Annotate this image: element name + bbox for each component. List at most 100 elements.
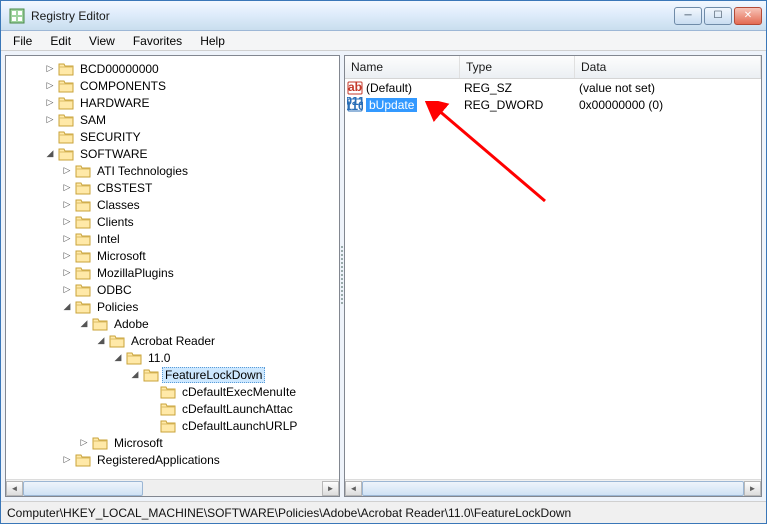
tree-item[interactable]: ▷ Microsoft (8, 434, 337, 451)
tree-label[interactable]: 11.0 (145, 351, 173, 365)
tree-item[interactable]: ▷ CBSTEST (8, 179, 337, 196)
tree-item[interactable]: ▷ RegisteredApplications (8, 451, 337, 468)
tree-label[interactable]: RegisteredApplications (94, 453, 223, 467)
collapse-icon[interactable]: ◢ (76, 316, 92, 332)
close-button[interactable]: ✕ (734, 7, 762, 25)
collapse-icon[interactable]: ◢ (42, 146, 58, 162)
tree-item[interactable]: ▷ BCD00000000 (8, 60, 337, 77)
window-controls: ─ ☐ ✕ (674, 7, 762, 25)
tree-label[interactable]: CBSTEST (94, 181, 155, 195)
scroll-track[interactable] (362, 481, 744, 496)
folder-icon (160, 385, 176, 399)
tree-label[interactable]: cDefaultLaunchURLP (179, 419, 300, 433)
expand-icon[interactable]: ▷ (59, 248, 75, 264)
tree-item[interactable]: cDefaultLaunchURLP (8, 417, 337, 434)
tree-label[interactable]: Adobe (111, 317, 152, 331)
scroll-left-button[interactable]: ◄ (6, 481, 23, 496)
expand-icon[interactable]: ▷ (42, 61, 58, 77)
tree-label[interactable]: ODBC (94, 283, 135, 297)
menu-view[interactable]: View (81, 32, 123, 50)
tree-label[interactable]: ATI Technologies (94, 164, 191, 178)
value-row[interactable]: ab(Default)REG_SZ(value not set) (345, 79, 761, 96)
scroll-track[interactable] (23, 481, 322, 496)
tree-label[interactable]: HARDWARE (77, 96, 153, 110)
column-header-data[interactable]: Data (575, 56, 761, 78)
expand-icon[interactable]: ▷ (59, 214, 75, 230)
expand-icon[interactable]: ▷ (42, 95, 58, 111)
tree-label[interactable]: COMPONENTS (77, 79, 169, 93)
tree-item[interactable]: ▷ Intel (8, 230, 337, 247)
tree-item[interactable]: ▷ Clients (8, 213, 337, 230)
folder-icon (75, 300, 91, 314)
tree-label[interactable]: Intel (94, 232, 123, 246)
tree-label[interactable]: Classes (94, 198, 143, 212)
tree-label[interactable]: Microsoft (111, 436, 166, 450)
expand-icon[interactable]: ▷ (59, 180, 75, 196)
tree-horizontal-scrollbar[interactable]: ◄ ► (6, 479, 339, 496)
tree-item[interactable]: ◢ SOFTWARE (8, 145, 337, 162)
scroll-right-button[interactable]: ► (322, 481, 339, 496)
expand-icon[interactable]: ▷ (42, 78, 58, 94)
tree-label[interactable]: MozillaPlugins (94, 266, 177, 280)
scroll-thumb[interactable] (362, 481, 744, 496)
column-header-name[interactable]: Name (345, 56, 460, 78)
tree-label[interactable]: Clients (94, 215, 137, 229)
tree-item[interactable]: cDefaultLaunchAttac (8, 400, 337, 417)
expand-icon[interactable]: ▷ (59, 231, 75, 247)
pane-splitter[interactable] (340, 55, 344, 497)
tree-label[interactable]: Policies (94, 300, 141, 314)
collapse-icon[interactable]: ◢ (93, 333, 109, 349)
tree-item[interactable]: ◢ Acrobat Reader (8, 332, 337, 349)
tree-item[interactable]: SECURITY (8, 128, 337, 145)
value-row[interactable]: 011110bUpdateREG_DWORD0x00000000 (0) (345, 96, 761, 113)
menu-file[interactable]: File (5, 32, 40, 50)
values-horizontal-scrollbar[interactable]: ◄ ► (345, 479, 761, 496)
tree-label[interactable]: SAM (77, 113, 109, 127)
expand-icon[interactable]: ▷ (59, 265, 75, 281)
collapse-icon[interactable]: ◢ (110, 350, 126, 366)
tree-label[interactable]: FeatureLockDown (162, 367, 265, 383)
scroll-thumb[interactable] (23, 481, 143, 496)
tree-item[interactable]: ◢ FeatureLockDown (8, 366, 337, 383)
scroll-right-button[interactable]: ► (744, 481, 761, 496)
tree-item[interactable]: ◢ Policies (8, 298, 337, 315)
tree-label[interactable]: Acrobat Reader (128, 334, 218, 348)
column-header-type[interactable]: Type (460, 56, 575, 78)
tree-label[interactable]: cDefaultLaunchAttac (179, 402, 296, 416)
expand-icon[interactable]: ▷ (59, 452, 75, 468)
tree-item[interactable]: ◢ Adobe (8, 315, 337, 332)
tree-item[interactable]: ◢ 11.0 (8, 349, 337, 366)
tree-item[interactable]: ▷ COMPONENTS (8, 77, 337, 94)
tree-label[interactable]: SOFTWARE (77, 147, 151, 161)
expand-icon[interactable]: ▷ (59, 163, 75, 179)
menu-edit[interactable]: Edit (42, 32, 79, 50)
menu-help[interactable]: Help (192, 32, 233, 50)
tree-label[interactable]: SECURITY (77, 130, 144, 144)
tree-label[interactable]: Microsoft (94, 249, 149, 263)
collapse-icon[interactable]: ◢ (127, 367, 143, 383)
tree-item[interactable]: cDefaultExecMenuIte (8, 383, 337, 400)
scroll-left-button[interactable]: ◄ (345, 481, 362, 496)
tree-item[interactable]: ▷ HARDWARE (8, 94, 337, 111)
minimize-button[interactable]: ─ (674, 7, 702, 25)
tree-item[interactable]: ▷ ODBC (8, 281, 337, 298)
value-name[interactable]: (Default) (366, 81, 412, 95)
tree-item[interactable]: ▷ Microsoft (8, 247, 337, 264)
tree-label[interactable]: BCD00000000 (77, 62, 162, 76)
expand-icon[interactable]: ▷ (42, 112, 58, 128)
expand-icon[interactable]: ▷ (59, 282, 75, 298)
values-list[interactable]: ab(Default)REG_SZ(value not set)011110bU… (345, 79, 761, 479)
expand-icon[interactable]: ▷ (76, 435, 92, 451)
tree-item[interactable]: ▷ SAM (8, 111, 337, 128)
tree-label[interactable]: cDefaultExecMenuIte (179, 385, 299, 399)
expand-icon[interactable]: ▷ (59, 197, 75, 213)
collapse-icon[interactable]: ◢ (59, 299, 75, 315)
value-name[interactable]: bUpdate (366, 98, 417, 112)
maximize-button[interactable]: ☐ (704, 7, 732, 25)
tree-item[interactable]: ▷ ATI Technologies (8, 162, 337, 179)
tree-item[interactable]: ▷ Classes (8, 196, 337, 213)
registry-tree[interactable]: ▷ BCD00000000 ▷ COMPONENTS ▷ HARDWARE ▷ SAM SECU… (6, 56, 339, 479)
titlebar[interactable]: Registry Editor ─ ☐ ✕ (1, 1, 766, 31)
menu-favorites[interactable]: Favorites (125, 32, 190, 50)
tree-item[interactable]: ▷ MozillaPlugins (8, 264, 337, 281)
